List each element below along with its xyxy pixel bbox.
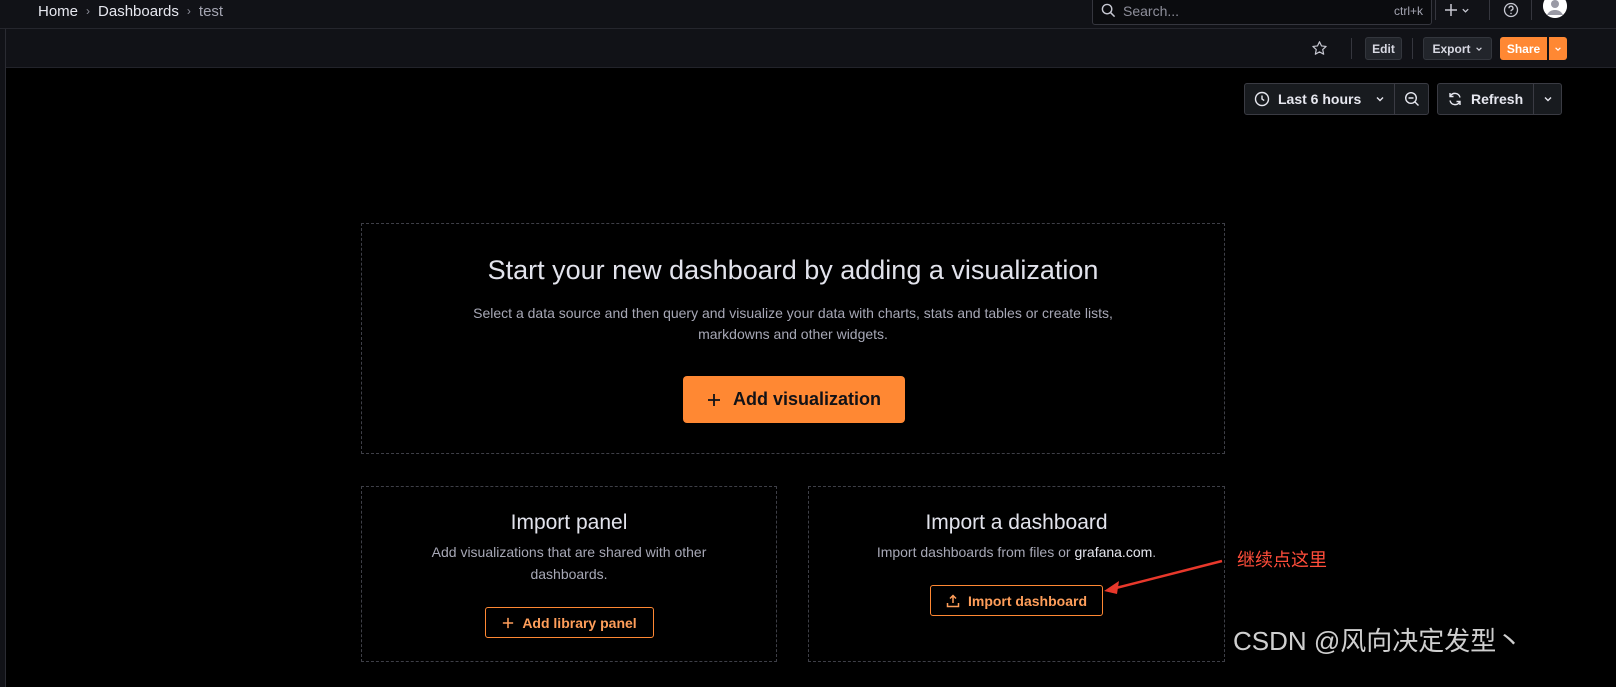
import-dashboard-description-text: Import dashboards from files or — [876, 544, 1071, 560]
search-input[interactable]: Search... ctrl+k — [1092, 0, 1432, 25]
refresh-button[interactable]: Refresh — [1437, 83, 1534, 115]
star-icon[interactable] — [1311, 40, 1328, 57]
export-button[interactable]: Export — [1423, 37, 1492, 60]
left-edge — [0, 29, 6, 687]
search-shortcut: ctrl+k — [1393, 3, 1423, 18]
clock-icon — [1254, 91, 1270, 107]
zoom-out-icon — [1404, 91, 1419, 106]
add-library-panel-label: Add library panel — [522, 614, 637, 631]
divider — [1435, 0, 1436, 20]
import-panel-description-line2: dashboards. — [530, 566, 608, 582]
breadcrumb-separator-icon: › — [186, 4, 191, 18]
import-panel-card: Import panel Add visualizations that are… — [361, 486, 777, 662]
import-dashboard-button[interactable]: Import dashboard — [930, 585, 1103, 616]
import-panel-title: Import panel — [510, 511, 628, 534]
add-visualization-button[interactable]: Add visualization — [683, 376, 905, 423]
plus-icon — [707, 393, 720, 406]
search-icon — [1101, 3, 1116, 18]
chevron-down-icon — [1544, 97, 1551, 102]
breadcrumb-dashboards[interactable]: Dashboards — [98, 3, 179, 20]
time-range-picker[interactable]: Last 6 hours — [1244, 83, 1395, 115]
add-visualization-panel: Start your new dashboard by adding a vis… — [361, 223, 1225, 454]
zoom-out-button[interactable] — [1394, 83, 1429, 115]
plus-icon — [503, 617, 514, 628]
divider — [1412, 38, 1413, 59]
upload-icon — [946, 593, 960, 607]
watermark: CSDN @风向决定发型丶 — [1233, 626, 1523, 656]
help-icon[interactable] — [1503, 2, 1519, 18]
chevron-down-icon — [1376, 97, 1384, 102]
breadcrumb-home[interactable]: Home — [38, 3, 78, 20]
chevron-down-icon — [1555, 46, 1561, 51]
divider — [1531, 0, 1532, 20]
refresh-icon — [1449, 92, 1461, 106]
add-library-panel-button[interactable]: Add library panel — [485, 607, 654, 638]
plus-icon — [1445, 4, 1457, 16]
breadcrumb-current: test — [198, 2, 224, 20]
search-placeholder: Search... — [1123, 2, 1180, 19]
share-dropdown-button[interactable] — [1549, 37, 1567, 60]
breadcrumb: Home › Dashboards › test — [38, 1, 223, 21]
divider — [1489, 0, 1490, 20]
new-menu-button[interactable] — [1444, 1, 1470, 19]
import-dashboard-title: Import a dashboard — [925, 511, 1108, 534]
annotation-note: 继续点这里 — [1237, 550, 1327, 570]
breadcrumb-separator-icon: › — [86, 4, 91, 18]
export-label: Export — [1432, 41, 1471, 56]
import-dashboard-label: Import dashboard — [967, 592, 1087, 609]
add-visualization-label: Add visualization — [732, 389, 882, 409]
edit-button[interactable]: Edit — [1365, 37, 1402, 60]
empty-state-description-line2: markdowns and other widgets. — [698, 326, 888, 342]
divider — [1351, 38, 1352, 59]
chevron-down-icon — [1475, 46, 1482, 51]
chevron-down-icon — [1462, 8, 1469, 13]
time-range-label: Last 6 hours — [1278, 91, 1362, 107]
share-button[interactable]: Share — [1500, 37, 1547, 60]
empty-state-title: Start your new dashboard by adding a vis… — [487, 255, 1099, 285]
refresh-label: Refresh — [1471, 91, 1524, 107]
import-panel-description-line1: Add visualizations that are shared with … — [431, 544, 707, 560]
annotation-arrow — [1104, 559, 1223, 594]
refresh-interval-dropdown[interactable] — [1533, 83, 1562, 115]
empty-state-description-line1: Select a data source and then query and … — [473, 305, 1113, 321]
